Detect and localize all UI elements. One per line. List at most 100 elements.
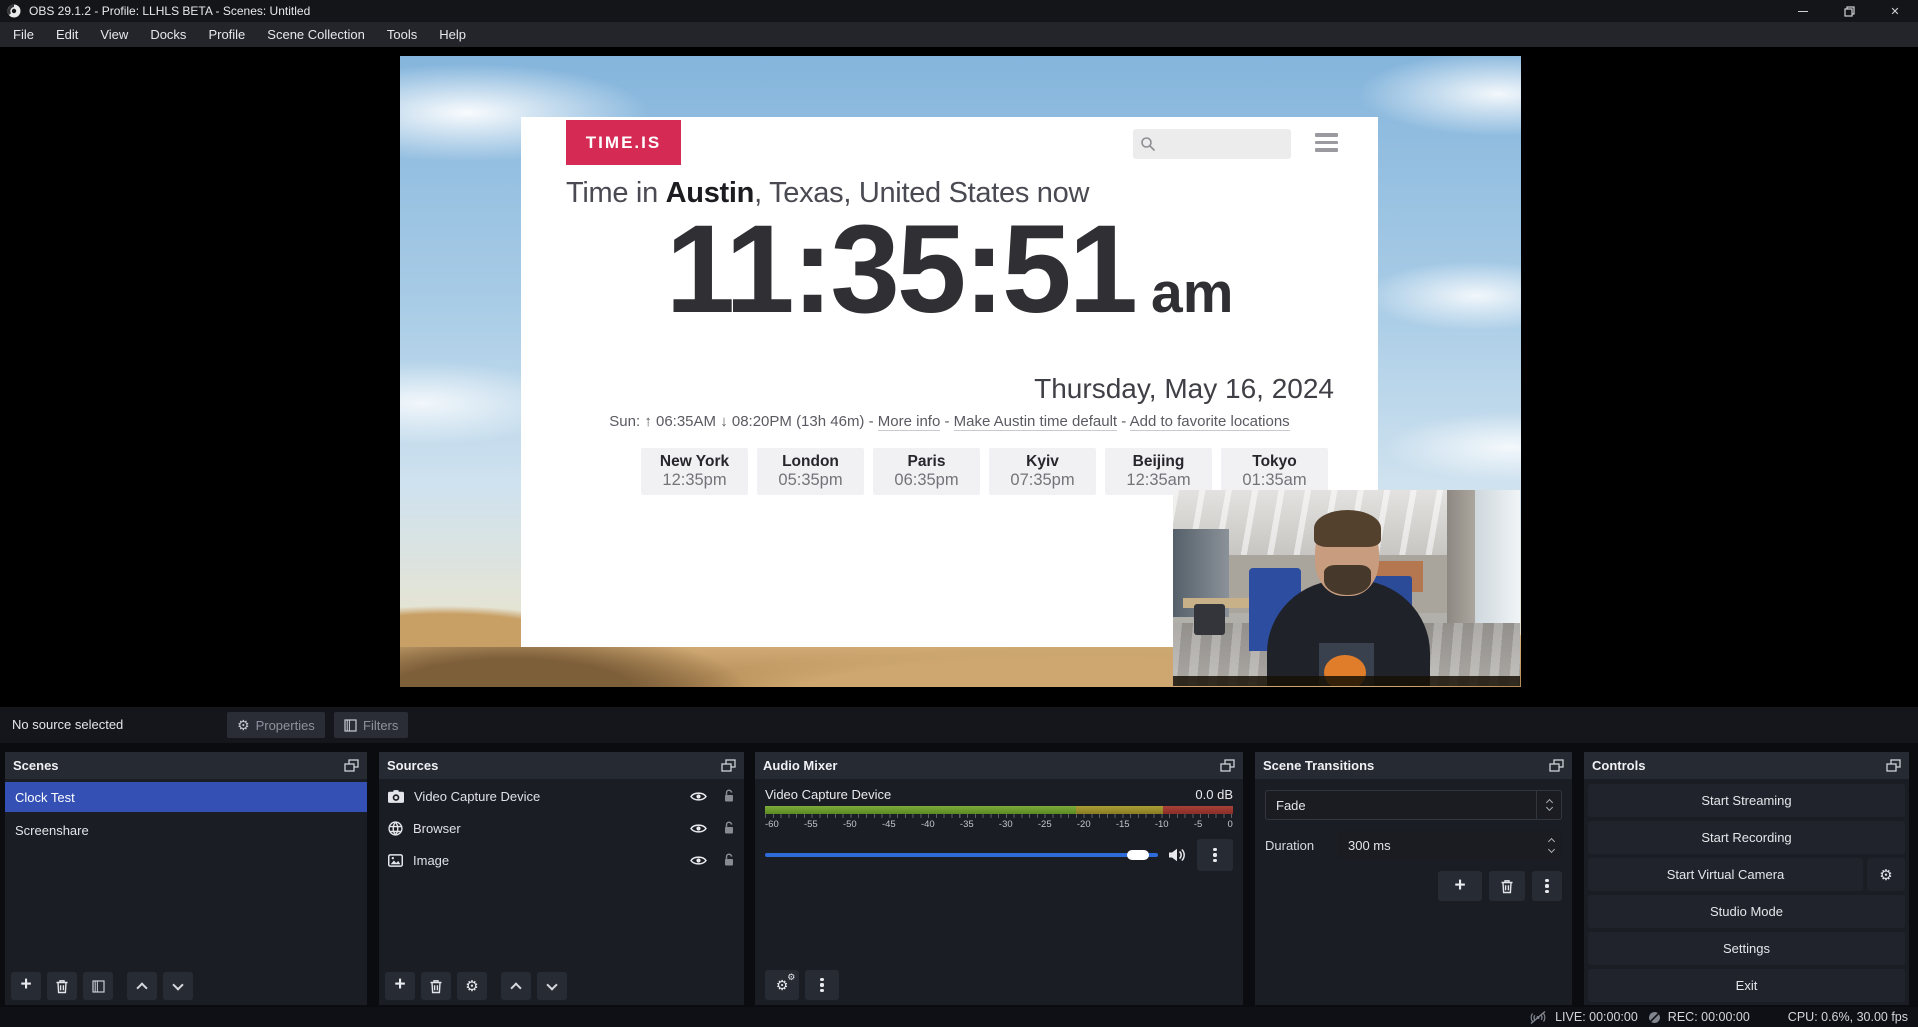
controls-panel: Controls Start Streaming Start Recording…: [1584, 752, 1909, 1005]
mixer-menu-button[interactable]: [805, 970, 839, 1000]
menu-edit[interactable]: Edit: [45, 22, 89, 47]
start-virtual-camera-button[interactable]: Start Virtual Camera: [1588, 858, 1863, 891]
hamburger-menu-icon[interactable]: [1315, 133, 1338, 152]
advanced-audio-button[interactable]: ⚙⚙: [765, 970, 799, 1000]
maximize-button[interactable]: [1826, 0, 1872, 22]
gear-icon: ⚙: [465, 977, 478, 995]
city-card[interactable]: Paris06:35pm: [873, 448, 980, 495]
city-card[interactable]: Beijing12:35am: [1105, 448, 1212, 495]
record-inactive-icon: [1648, 1011, 1661, 1024]
city-card[interactable]: London05:35pm: [757, 448, 864, 495]
source-properties-button[interactable]: ⚙: [457, 972, 487, 1000]
audio-mixer-panel: Audio Mixer Video Capture Device 0.0 dB …: [755, 752, 1243, 1005]
lock-unlocked-icon[interactable]: [723, 853, 735, 867]
lock-unlocked-icon[interactable]: [723, 821, 735, 835]
move-source-up-button[interactable]: [501, 972, 531, 1000]
spinner-arrows-icon[interactable]: [1549, 837, 1554, 854]
close-button[interactable]: ✕: [1872, 0, 1918, 22]
popout-icon[interactable]: [721, 759, 736, 773]
globe-icon: [388, 821, 403, 836]
kebab-icon: [820, 978, 823, 993]
timeis-search-box[interactable]: [1133, 129, 1291, 159]
move-scene-up-button[interactable]: [127, 972, 157, 1000]
remove-scene-button[interactable]: [47, 972, 77, 1000]
clock-display: 11:35:51am: [521, 201, 1378, 339]
popout-icon[interactable]: [1886, 759, 1901, 773]
transition-menu-button[interactable]: [1532, 871, 1562, 901]
popout-icon[interactable]: [1549, 759, 1564, 773]
virtual-camera-settings-button[interactable]: ⚙: [1867, 858, 1905, 891]
studio-mode-button[interactable]: Studio Mode: [1588, 895, 1905, 928]
start-streaming-button[interactable]: Start Streaming: [1588, 784, 1905, 817]
audio-mixer-title: Audio Mixer: [763, 758, 837, 773]
popout-icon[interactable]: [344, 759, 359, 773]
menu-file[interactable]: File: [2, 22, 45, 47]
scene-filters-button[interactable]: [83, 972, 113, 1000]
live-timer: LIVE: 00:00:00: [1555, 1010, 1638, 1024]
mixer-channel-name: Video Capture Device: [765, 787, 891, 802]
menu-profile[interactable]: Profile: [197, 22, 256, 47]
menu-help[interactable]: Help: [428, 22, 477, 47]
scene-item-screenshare[interactable]: Screenshare: [5, 815, 367, 845]
restore-icon: [1844, 6, 1855, 17]
more-info-link[interactable]: More info: [878, 413, 941, 431]
trash-icon: [429, 979, 443, 994]
scenes-panel-title: Scenes: [13, 758, 59, 773]
source-toolbar: No source selected ⚙ Properties Filters: [0, 707, 1918, 743]
scenes-panel: Scenes Clock Test Screenshare +: [5, 752, 367, 1005]
city-card[interactable]: New York12:35pm: [641, 448, 748, 495]
volume-slider[interactable]: [765, 853, 1158, 857]
trash-icon: [1500, 879, 1514, 894]
filters-button[interactable]: Filters: [334, 712, 408, 738]
controls-title: Controls: [1592, 758, 1645, 773]
popout-icon[interactable]: [1220, 759, 1235, 773]
menu-tools[interactable]: Tools: [376, 22, 428, 47]
menu-view[interactable]: View: [89, 22, 139, 47]
start-recording-button[interactable]: Start Recording: [1588, 821, 1905, 854]
duration-spinbox[interactable]: 300 ms: [1338, 830, 1562, 860]
eye-visible-icon[interactable]: [690, 823, 707, 834]
add-source-button[interactable]: +: [385, 972, 415, 1000]
remove-transition-button[interactable]: [1489, 871, 1525, 901]
remove-source-button[interactable]: [421, 972, 451, 1000]
make-default-link[interactable]: Make Austin time default: [954, 413, 1117, 431]
add-transition-button[interactable]: +: [1438, 871, 1482, 901]
exit-button[interactable]: Exit: [1588, 969, 1905, 1002]
add-favorite-link[interactable]: Add to favorite locations: [1130, 413, 1290, 431]
window-title: OBS 29.1.2 - Profile: LLHLS BETA - Scene…: [29, 4, 310, 18]
settings-button[interactable]: Settings: [1588, 932, 1905, 965]
video-frame: TIME.IS Time in Austin, Texas, United St…: [400, 56, 1521, 687]
combo-arrows-icon: [1536, 791, 1561, 819]
move-source-down-button[interactable]: [537, 972, 567, 1000]
gear-icon: ⚙: [1879, 866, 1892, 884]
transition-select[interactable]: Fade: [1265, 790, 1562, 820]
rec-timer: REC: 00:00:00: [1668, 1010, 1750, 1024]
eye-visible-icon[interactable]: [690, 855, 707, 866]
city-card[interactable]: Kyiv07:35pm: [989, 448, 1096, 495]
gear-icon: ⚙: [237, 717, 250, 734]
menu-scene-collection[interactable]: Scene Collection: [256, 22, 376, 47]
mixer-channel-menu-button[interactable]: [1197, 839, 1233, 871]
search-icon: [1140, 136, 1156, 152]
add-scene-button[interactable]: +: [11, 972, 41, 1000]
properties-button[interactable]: ⚙ Properties: [227, 712, 325, 738]
timeis-logo[interactable]: TIME.IS: [566, 120, 681, 165]
selected-source-status: No source selected: [12, 717, 123, 732]
clock-meridiem: am: [1151, 261, 1233, 325]
eye-visible-icon[interactable]: [690, 791, 707, 802]
trash-icon: [55, 979, 69, 994]
volume-slider-handle[interactable]: [1127, 850, 1149, 860]
menu-docks[interactable]: Docks: [139, 22, 197, 47]
lock-unlocked-icon[interactable]: [723, 789, 735, 803]
source-row-image[interactable]: Image: [379, 845, 744, 875]
search-input[interactable]: [1160, 137, 1280, 152]
scene-item-clock-test[interactable]: Clock Test: [5, 782, 367, 812]
program-preview[interactable]: TIME.IS Time in Austin, Texas, United St…: [0, 47, 1918, 707]
source-row-video-capture[interactable]: Video Capture Device: [379, 781, 744, 811]
move-scene-down-button[interactable]: [163, 972, 193, 1000]
minimize-button[interactable]: [1780, 0, 1826, 22]
source-row-browser[interactable]: Browser: [379, 813, 744, 843]
speaker-icon[interactable]: [1168, 848, 1187, 862]
kebab-icon: [1545, 879, 1548, 894]
city-card[interactable]: Tokyo01:35am: [1221, 448, 1328, 495]
